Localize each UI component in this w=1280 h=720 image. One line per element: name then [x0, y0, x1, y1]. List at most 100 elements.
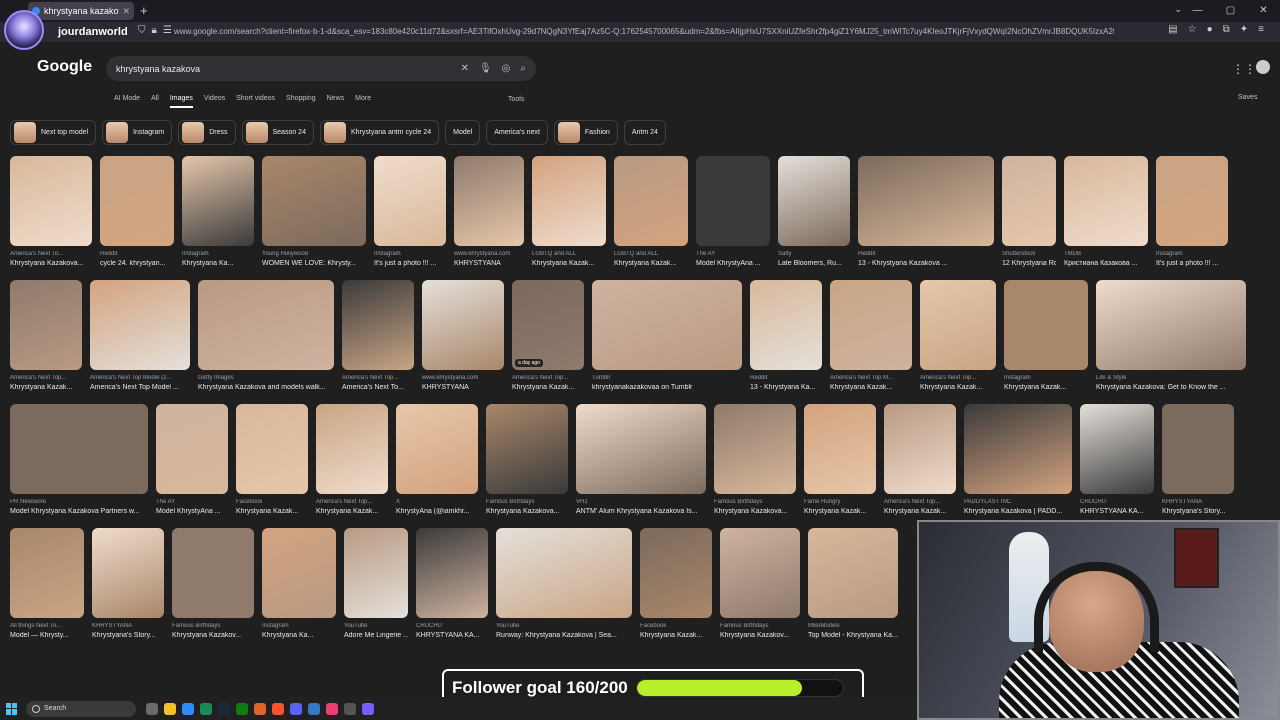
result-thumbnail[interactable] — [10, 280, 82, 370]
result-thumbnail[interactable] — [172, 528, 254, 618]
close-tab-icon[interactable]: ✕ — [122, 6, 130, 17]
result-source[interactable]: Facebook — [236, 499, 308, 505]
result-title[interactable]: Model KhrystyAna ... — [696, 260, 770, 267]
result-title[interactable]: Khrystyana Kazakov... — [720, 632, 800, 639]
maximize-icon[interactable]: ▢ — [1214, 0, 1247, 22]
extensions-puzzle-icon[interactable]: ⧉ — [1223, 24, 1230, 35]
result-source[interactable]: Fame Hungry — [804, 499, 876, 505]
result-thumbnail[interactable] — [1156, 156, 1228, 246]
image-result[interactable]: Famous Birthdays Khrystyana Kazakova... — [486, 404, 568, 515]
menu-icon[interactable]: ≡ — [1258, 24, 1264, 35]
result-thumbnail[interactable] — [486, 404, 568, 494]
chip-antm-24[interactable]: Antm 24 — [623, 120, 666, 145]
image-result[interactable]: Reddit 13 - Khrystyana Ka... — [750, 280, 822, 391]
image-result[interactable]: CHUCHU KHRYSTYANA KA... — [1080, 404, 1154, 515]
result-title[interactable]: Khrystyana Kazak... — [532, 260, 606, 267]
result-thumbnail[interactable]: a day ago — [512, 280, 584, 370]
result-thumbnail[interactable] — [532, 156, 606, 246]
image-result[interactable]: LGBTQ and ALL Khrystyana Kazak... — [614, 156, 688, 267]
result-source[interactable]: Famous Birthdays — [486, 499, 568, 505]
result-thumbnail[interactable] — [182, 156, 254, 246]
result-source[interactable]: America's Next Top... — [316, 499, 388, 505]
result-thumbnail[interactable] — [830, 280, 912, 370]
result-source[interactable]: America's Next Top... — [884, 499, 956, 505]
image-result[interactable]: PADDYLAST INC Khrystyana Kazakova | PADD.… — [964, 404, 1072, 515]
result-thumbnail[interactable] — [1162, 404, 1234, 494]
result-thumbnail[interactable] — [1004, 280, 1088, 370]
search-icon[interactable]: ⌕ — [520, 63, 526, 74]
result-source[interactable]: KHRYSTYANA — [92, 623, 164, 629]
brave-icon[interactable] — [272, 702, 284, 715]
result-title[interactable]: Model KhrystyAna ... — [156, 508, 228, 515]
tools-button[interactable]: Tools — [508, 96, 524, 103]
chip-season-24[interactable]: Season 24 — [241, 120, 314, 145]
image-result[interactable]: The AY Model KhrystyAna ... — [156, 404, 228, 515]
result-title[interactable]: KhrystyAna (@iamkhr... — [396, 508, 478, 515]
result-thumbnail[interactable] — [396, 404, 478, 494]
result-thumbnail[interactable] — [804, 404, 876, 494]
result-thumbnail[interactable] — [858, 156, 994, 246]
result-source[interactable]: LGBTQ and ALL — [614, 251, 688, 257]
result-title[interactable]: Khrystyana Kazakov... — [172, 632, 254, 639]
result-source[interactable]: Instagram — [1156, 251, 1228, 257]
result-title[interactable]: Khrystyana Kazakova and models walk... — [198, 384, 334, 391]
image-result[interactable]: Famous Birthdays Khrystyana Kazakova... — [714, 404, 796, 515]
result-thumbnail[interactable] — [416, 528, 488, 618]
image-result[interactable]: Instagram Khrystyana Kazak... — [1004, 280, 1088, 391]
result-thumbnail[interactable] — [1096, 280, 1246, 370]
result-title[interactable]: Khrystyana Ka... — [182, 260, 254, 267]
image-result[interactable]: America's Next Top... Khrystyana Kazak... — [920, 280, 996, 391]
image-result[interactable]: All things Next To... Model — Khrysty... — [10, 528, 84, 639]
chip-america-s-next[interactable]: America's next — [486, 120, 548, 145]
bookmark-star-icon[interactable]: ☆ — [1188, 24, 1197, 35]
saves-button[interactable]: Saves — [1238, 94, 1257, 101]
steam-icon[interactable] — [218, 702, 230, 715]
result-source[interactable]: Reddit — [100, 251, 174, 257]
result-title[interactable]: Khrystyana Kazak... — [920, 384, 996, 391]
result-source[interactable]: Shutterstock — [1002, 251, 1056, 257]
edge-icon[interactable] — [200, 702, 212, 715]
result-title[interactable]: 13 - Khrystyana Ka... — [750, 384, 822, 391]
xbox-icon[interactable] — [236, 702, 248, 715]
taskbar-search[interactable]: Search — [26, 700, 136, 717]
result-thumbnail[interactable] — [778, 156, 850, 246]
result-title[interactable]: Khrystyana Kazak... — [236, 508, 308, 515]
result-title[interactable]: ANTM' Alum Khrystyana Kazakova Is... — [576, 508, 706, 515]
image-result[interactable]: www.khrystyana.com KHRYSTYANA — [454, 156, 524, 267]
search-box[interactable]: khrystyana kazakova ✕ 🎙︎ ◎ ⌕ — [106, 56, 536, 81]
file-explorer-icon[interactable] — [164, 702, 176, 715]
new-tab-icon[interactable]: + — [140, 3, 148, 18]
tab-shopping[interactable]: Shopping — [286, 95, 316, 108]
result-source[interactable]: Reddit — [750, 375, 822, 381]
result-thumbnail[interactable] — [10, 528, 84, 618]
result-thumbnail[interactable] — [100, 156, 174, 246]
result-title[interactable]: Model — Khrysty... — [10, 632, 84, 639]
chrome-icon[interactable] — [182, 702, 194, 715]
result-thumbnail[interactable] — [92, 528, 164, 618]
result-thumbnail[interactable] — [262, 156, 366, 246]
result-thumbnail[interactable] — [156, 404, 228, 494]
result-source[interactable]: The AY — [696, 251, 770, 257]
result-title[interactable]: Khrystyana Kazak... — [10, 384, 82, 391]
result-thumbnail[interactable] — [316, 404, 388, 494]
result-thumbnail[interactable] — [920, 280, 996, 370]
result-title[interactable]: Khrystyana Kazakova: Get to Know the ... — [1096, 384, 1246, 391]
minimize-icon[interactable]: — — [1181, 0, 1214, 22]
image-result[interactable]: Reddit cycle 24. khrystyan... — [100, 156, 174, 267]
image-result[interactable]: Tumblr khrystyanakazakovaa on Tumblr — [592, 280, 742, 391]
image-result[interactable]: PR Newswire Model Khrystyana Kazakova Par… — [10, 404, 148, 515]
result-source[interactable]: www.khrystyana.com — [454, 251, 524, 257]
result-source[interactable]: PADDYLAST INC — [964, 499, 1072, 505]
result-thumbnail[interactable] — [496, 528, 632, 618]
result-title[interactable]: Khrystyana Kazakova... — [10, 260, 92, 267]
result-thumbnail[interactable] — [750, 280, 822, 370]
lens-icon[interactable]: ◎ — [502, 63, 511, 74]
result-thumbnail[interactable] — [614, 156, 688, 246]
result-source[interactable]: Salty — [778, 251, 850, 257]
result-source[interactable]: CHUCHU — [416, 623, 488, 629]
address-bar[interactable]: www.google.com/search?client=firefox-b-1… — [174, 24, 1114, 40]
result-source[interactable]: America's Next Top... — [342, 375, 414, 381]
result-title[interactable]: Khrystyana Kazakova | PADD... — [964, 508, 1072, 515]
image-result[interactable]: Famous Birthdays Khrystyana Kazakov... — [172, 528, 254, 639]
result-source[interactable]: Instagram — [182, 251, 254, 257]
